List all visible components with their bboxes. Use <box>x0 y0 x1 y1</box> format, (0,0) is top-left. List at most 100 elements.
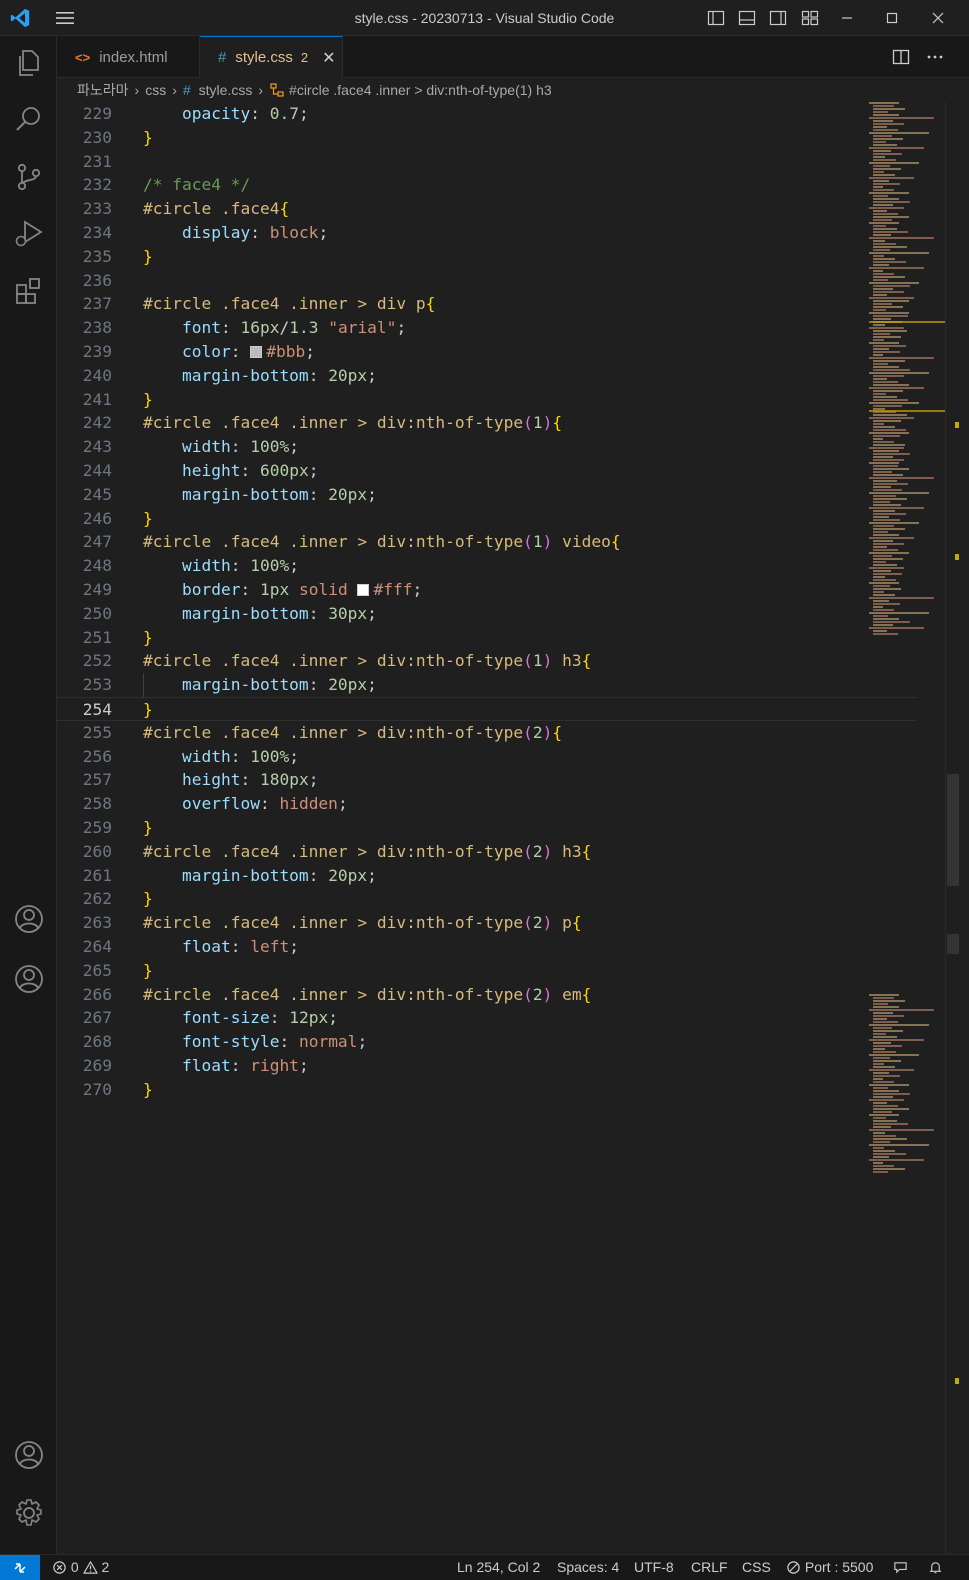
minimize-icon[interactable] <box>835 6 859 30</box>
language-mode[interactable]: CSS <box>742 1559 771 1575</box>
code-line[interactable]: 245 margin-bottom: 20px; <box>57 483 917 507</box>
end-of-line[interactable]: CRLF <box>691 1559 728 1575</box>
code-line[interactable]: 261 margin-bottom: 20px; <box>57 864 917 888</box>
code-line[interactable]: 260 #circle .face4 .inner > div:nth-of-ty… <box>57 840 917 864</box>
customize-layout-icon[interactable] <box>800 8 820 28</box>
minimap-line <box>873 1120 897 1122</box>
minimap-line <box>873 543 904 545</box>
code-line[interactable]: 235} <box>57 245 917 269</box>
accounts-icon[interactable] <box>12 962 46 996</box>
code-editor[interactable]: 229 opacity: 0.7; 230} 231 232/* face4 */23… <box>57 102 969 1554</box>
code-line[interactable]: 248 width: 100%; <box>57 554 917 578</box>
breadcrumb-item-file[interactable]: style.css <box>199 82 253 98</box>
code-line[interactable]: 247 #circle .face4 .inner > div:nth-of-ty… <box>57 530 917 554</box>
code-line[interactable]: 259} <box>57 816 917 840</box>
line-code: #circle .face4 .inner > div:nth-of-type(… <box>143 649 591 673</box>
code-token: ; <box>305 342 315 361</box>
code-token: opacity <box>143 104 251 123</box>
minimap-line <box>873 273 894 275</box>
close-tab-icon[interactable]: ✕ <box>322 48 335 68</box>
scrollbar-thumb[interactable] <box>947 774 959 886</box>
code-line[interactable]: 267 font-size: 12px; <box>57 1006 917 1030</box>
notifications-bell-icon[interactable] <box>928 1560 943 1575</box>
code-line[interactable]: 233 #circle .face4{ <box>57 197 917 221</box>
minimap-line <box>873 1087 888 1089</box>
code-line[interactable]: 264 float: left; <box>57 935 917 959</box>
code-line[interactable]: 268 font-style: normal; <box>57 1030 917 1054</box>
code-line[interactable]: 250 margin-bottom: 30px; <box>57 602 917 626</box>
close-window-icon[interactable] <box>926 6 950 30</box>
code-token: { <box>552 722 563 742</box>
maximize-icon[interactable] <box>880 6 904 30</box>
tab-style-css[interactable]: # style.css 2 ✕ <box>200 36 343 78</box>
tab-index-html[interactable]: <> index.html <box>57 36 200 78</box>
accounts-icon[interactable] <box>12 1438 46 1472</box>
color-swatch[interactable] <box>250 346 263 358</box>
code-line[interactable]: 269 float: right; <box>57 1054 917 1078</box>
line-code: display: block; <box>143 221 328 245</box>
code-line[interactable]: 232 /* face4 */ <box>57 173 917 197</box>
accounts-icon[interactable] <box>12 902 46 936</box>
encoding[interactable]: UTF-8 <box>634 1559 674 1575</box>
code-line[interactable]: 244 height: 600px; <box>57 459 917 483</box>
vertical-scrollbar[interactable] <box>945 102 959 1554</box>
code-line[interactable]: 251} <box>57 626 917 650</box>
explorer-icon[interactable] <box>12 46 46 80</box>
code-line[interactable]: 255 #circle .face4 .inner > div:nth-of-ty… <box>57 721 917 745</box>
code-line[interactable]: 265} <box>57 959 917 983</box>
code-line[interactable]: 252 #circle .face4 .inner > div:nth-of-ty… <box>57 649 917 673</box>
breadcrumb-item-folder[interactable]: 파노라마 <box>77 80 129 100</box>
code-line[interactable]: 241} <box>57 388 917 412</box>
code-line[interactable]: 257 height: 180px; <box>57 768 917 792</box>
code-line[interactable]: 254} <box>57 697 917 721</box>
code-line[interactable]: 262} <box>57 887 917 911</box>
code-line[interactable]: 263 #circle .face4 .inner > div:nth-of-ty… <box>57 911 917 935</box>
code-line[interactable]: 242 #circle .face4 .inner > div:nth-of-ty… <box>57 411 917 435</box>
code-line[interactable]: 253 margin-bottom: 20px; <box>57 673 917 697</box>
code-line[interactable]: 229 opacity: 0.7; <box>57 102 917 126</box>
feedback-icon[interactable] <box>893 1560 908 1575</box>
line-number: 259 <box>82 818 112 837</box>
minimap-line <box>873 366 899 368</box>
code-line[interactable]: 270} <box>57 1078 917 1102</box>
code-line[interactable]: 258 overflow: hidden; <box>57 792 917 816</box>
code-line[interactable]: 246} <box>57 507 917 531</box>
line-code: #circle .face4 .inner > div:nth-of-type(… <box>143 840 591 864</box>
cursor-position[interactable]: Ln 254, Col 2 <box>457 1559 540 1575</box>
color-swatch[interactable] <box>357 584 370 596</box>
code-line[interactable]: 237 #circle .face4 .inner > div p{ <box>57 292 917 316</box>
breadcrumb-item-css[interactable]: css <box>145 82 166 98</box>
minimap-line <box>873 549 898 551</box>
minimap-line <box>873 606 883 608</box>
code-line[interactable]: 238 font: 16px/1.3 "arial"; <box>57 316 917 340</box>
problems-indicator[interactable]: 0 2 <box>52 1559 109 1575</box>
minimap[interactable] <box>869 102 945 1554</box>
split-editor-icon[interactable] <box>891 47 911 67</box>
indentation[interactable]: Spaces: 4 <box>557 1559 619 1575</box>
code-line[interactable]: 249 border: 1px solid #fff; <box>57 578 917 602</box>
extensions-icon[interactable] <box>12 274 46 308</box>
toggle-panel-icon[interactable] <box>737 8 757 28</box>
run-debug-icon[interactable] <box>12 216 46 250</box>
breadcrumb-item-symbol[interactable]: #circle .face4 .inner > div:nth-of-type(… <box>289 82 552 98</box>
code-line[interactable]: 240 margin-bottom: 20px; <box>57 364 917 388</box>
line-number: 242 <box>82 413 112 433</box>
code-line[interactable]: 234 display: block; <box>57 221 917 245</box>
code-line[interactable]: 266 #circle .face4 .inner > div:nth-of-ty… <box>57 983 917 1007</box>
code-line[interactable]: 231 <box>57 150 917 174</box>
code-line[interactable]: 256 width: 100%; <box>57 745 917 769</box>
code-line[interactable]: 230} <box>57 126 917 150</box>
settings-gear-icon[interactable] <box>12 1496 46 1530</box>
source-control-icon[interactable] <box>12 160 46 194</box>
code-line[interactable]: 236 <box>57 269 917 293</box>
remote-indicator[interactable] <box>0 1555 40 1580</box>
search-icon[interactable] <box>12 102 46 136</box>
toggle-primary-sidebar-icon[interactable] <box>706 8 726 28</box>
live-server-port[interactable]: Port : 5500 <box>786 1559 873 1575</box>
minimap-line <box>873 435 900 437</box>
code-line[interactable]: 239 color: #bbb; <box>57 340 917 364</box>
more-actions-icon[interactable] <box>925 47 945 67</box>
minimap-line <box>873 1102 887 1104</box>
code-line[interactable]: 243 width: 100%; <box>57 435 917 459</box>
toggle-secondary-sidebar-icon[interactable] <box>768 8 788 28</box>
